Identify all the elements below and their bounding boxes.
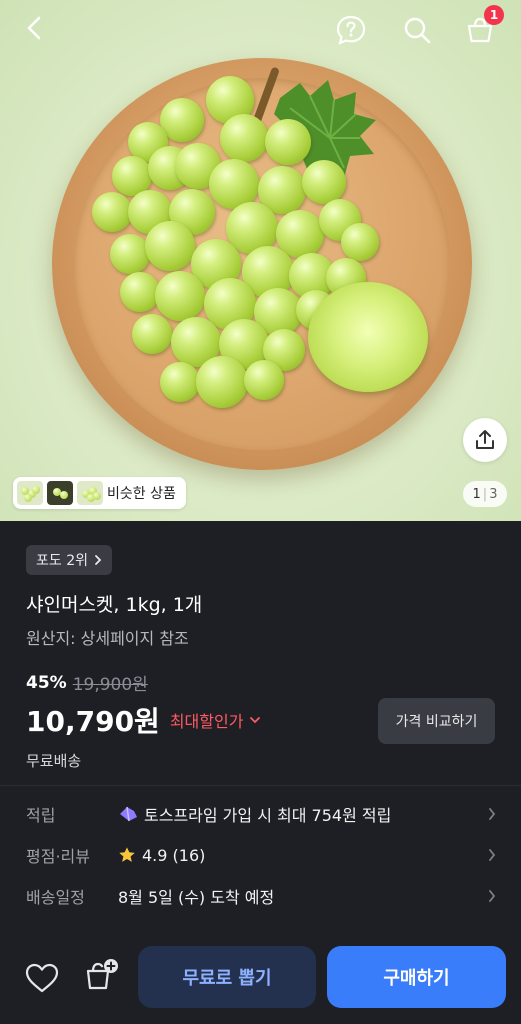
info-value: 8월 5일 (수) 도착 예정 [118,888,275,907]
similar-products-button[interactable]: 비슷한 상품 [13,477,186,509]
info-value: 4.9 (16) [142,845,206,865]
grape [265,119,311,165]
info-label: 배송일정 [26,888,85,907]
grape [155,271,205,321]
grape [341,223,379,261]
info-row-delivery[interactable]: 배송일정 8월 5일 (수) 도착 예정 [26,881,496,911]
buy-button[interactable]: 구매하기 [327,946,506,1008]
info-row-rating[interactable]: 평점·리뷰 4.9 (16) [26,840,496,870]
share-icon [476,430,494,449]
grape [196,356,248,408]
star-icon [119,847,135,862]
free-draw-button[interactable]: 무료로 뽑기 [138,946,316,1008]
wishlist-button[interactable] [22,958,62,998]
back-button[interactable] [16,10,52,46]
sale-price: 10,790원 [26,705,160,738]
product-image[interactable]: 1 비슷한 상품 1 | 3 [0,0,521,521]
grape [302,160,346,204]
rank-chip-label: 포도 2위 [36,553,88,569]
info-label: 적립 [26,806,56,825]
similar-thumb-2 [47,481,73,505]
toss-prime-icon [120,806,137,822]
grape [92,192,132,232]
discount-row: 45% 19,900원 [26,670,148,696]
question-bubble-icon [336,15,366,45]
similar-products-label: 비슷한 상품 [107,486,176,502]
info-value: 토스프라임 가입 시 최대 754원 적립 [144,806,392,825]
heart-icon [25,963,59,993]
similar-thumb-1 [17,481,43,505]
category-rank-chip[interactable]: 포도 2위 [26,545,112,575]
add-to-cart-button[interactable] [82,955,122,995]
grape [110,234,150,274]
help-button[interactable] [333,12,369,48]
info-label: 평점·리뷰 [26,847,90,866]
grape [220,114,268,162]
price-row: 10,790원 최대할인가 [26,700,261,740]
divider [0,785,521,786]
product-title: 샤인머스켓, 1kg, 1개 [26,594,203,616]
chevron-left-icon [27,16,41,40]
chevron-down-icon [250,717,261,724]
grape [145,221,195,271]
chevron-right-icon [95,555,102,565]
price-compare-button[interactable]: 가격 비교하기 [378,698,495,744]
grape [120,272,160,312]
discount-percent: 45% [26,672,67,693]
grape [160,362,200,402]
original-price: 19,900원 [72,675,148,695]
grape [132,314,172,354]
shipping-info: 무료배송 [26,752,82,770]
search-icon [404,17,431,44]
share-button[interactable] [463,418,507,462]
max-discount-label: 최대할인가 [169,712,244,731]
chevron-right-icon [489,808,496,820]
chevron-right-icon [489,849,496,861]
search-button[interactable] [399,12,435,48]
image-pager: 1 | 3 [463,481,507,507]
max-discount-toggle[interactable]: 최대할인가 [170,708,262,732]
chevron-right-icon [489,890,496,902]
cart-count-badge: 1 [484,5,504,25]
product-origin: 원산지: 상세페이지 참조 [26,629,189,648]
info-row-points[interactable]: 적립 토스프라임 가입 시 최대 754원 적립 [26,799,496,829]
grape [244,360,284,400]
cart-add-icon [86,959,118,990]
grape-slice [308,282,428,392]
similar-thumb-3 [77,481,103,505]
